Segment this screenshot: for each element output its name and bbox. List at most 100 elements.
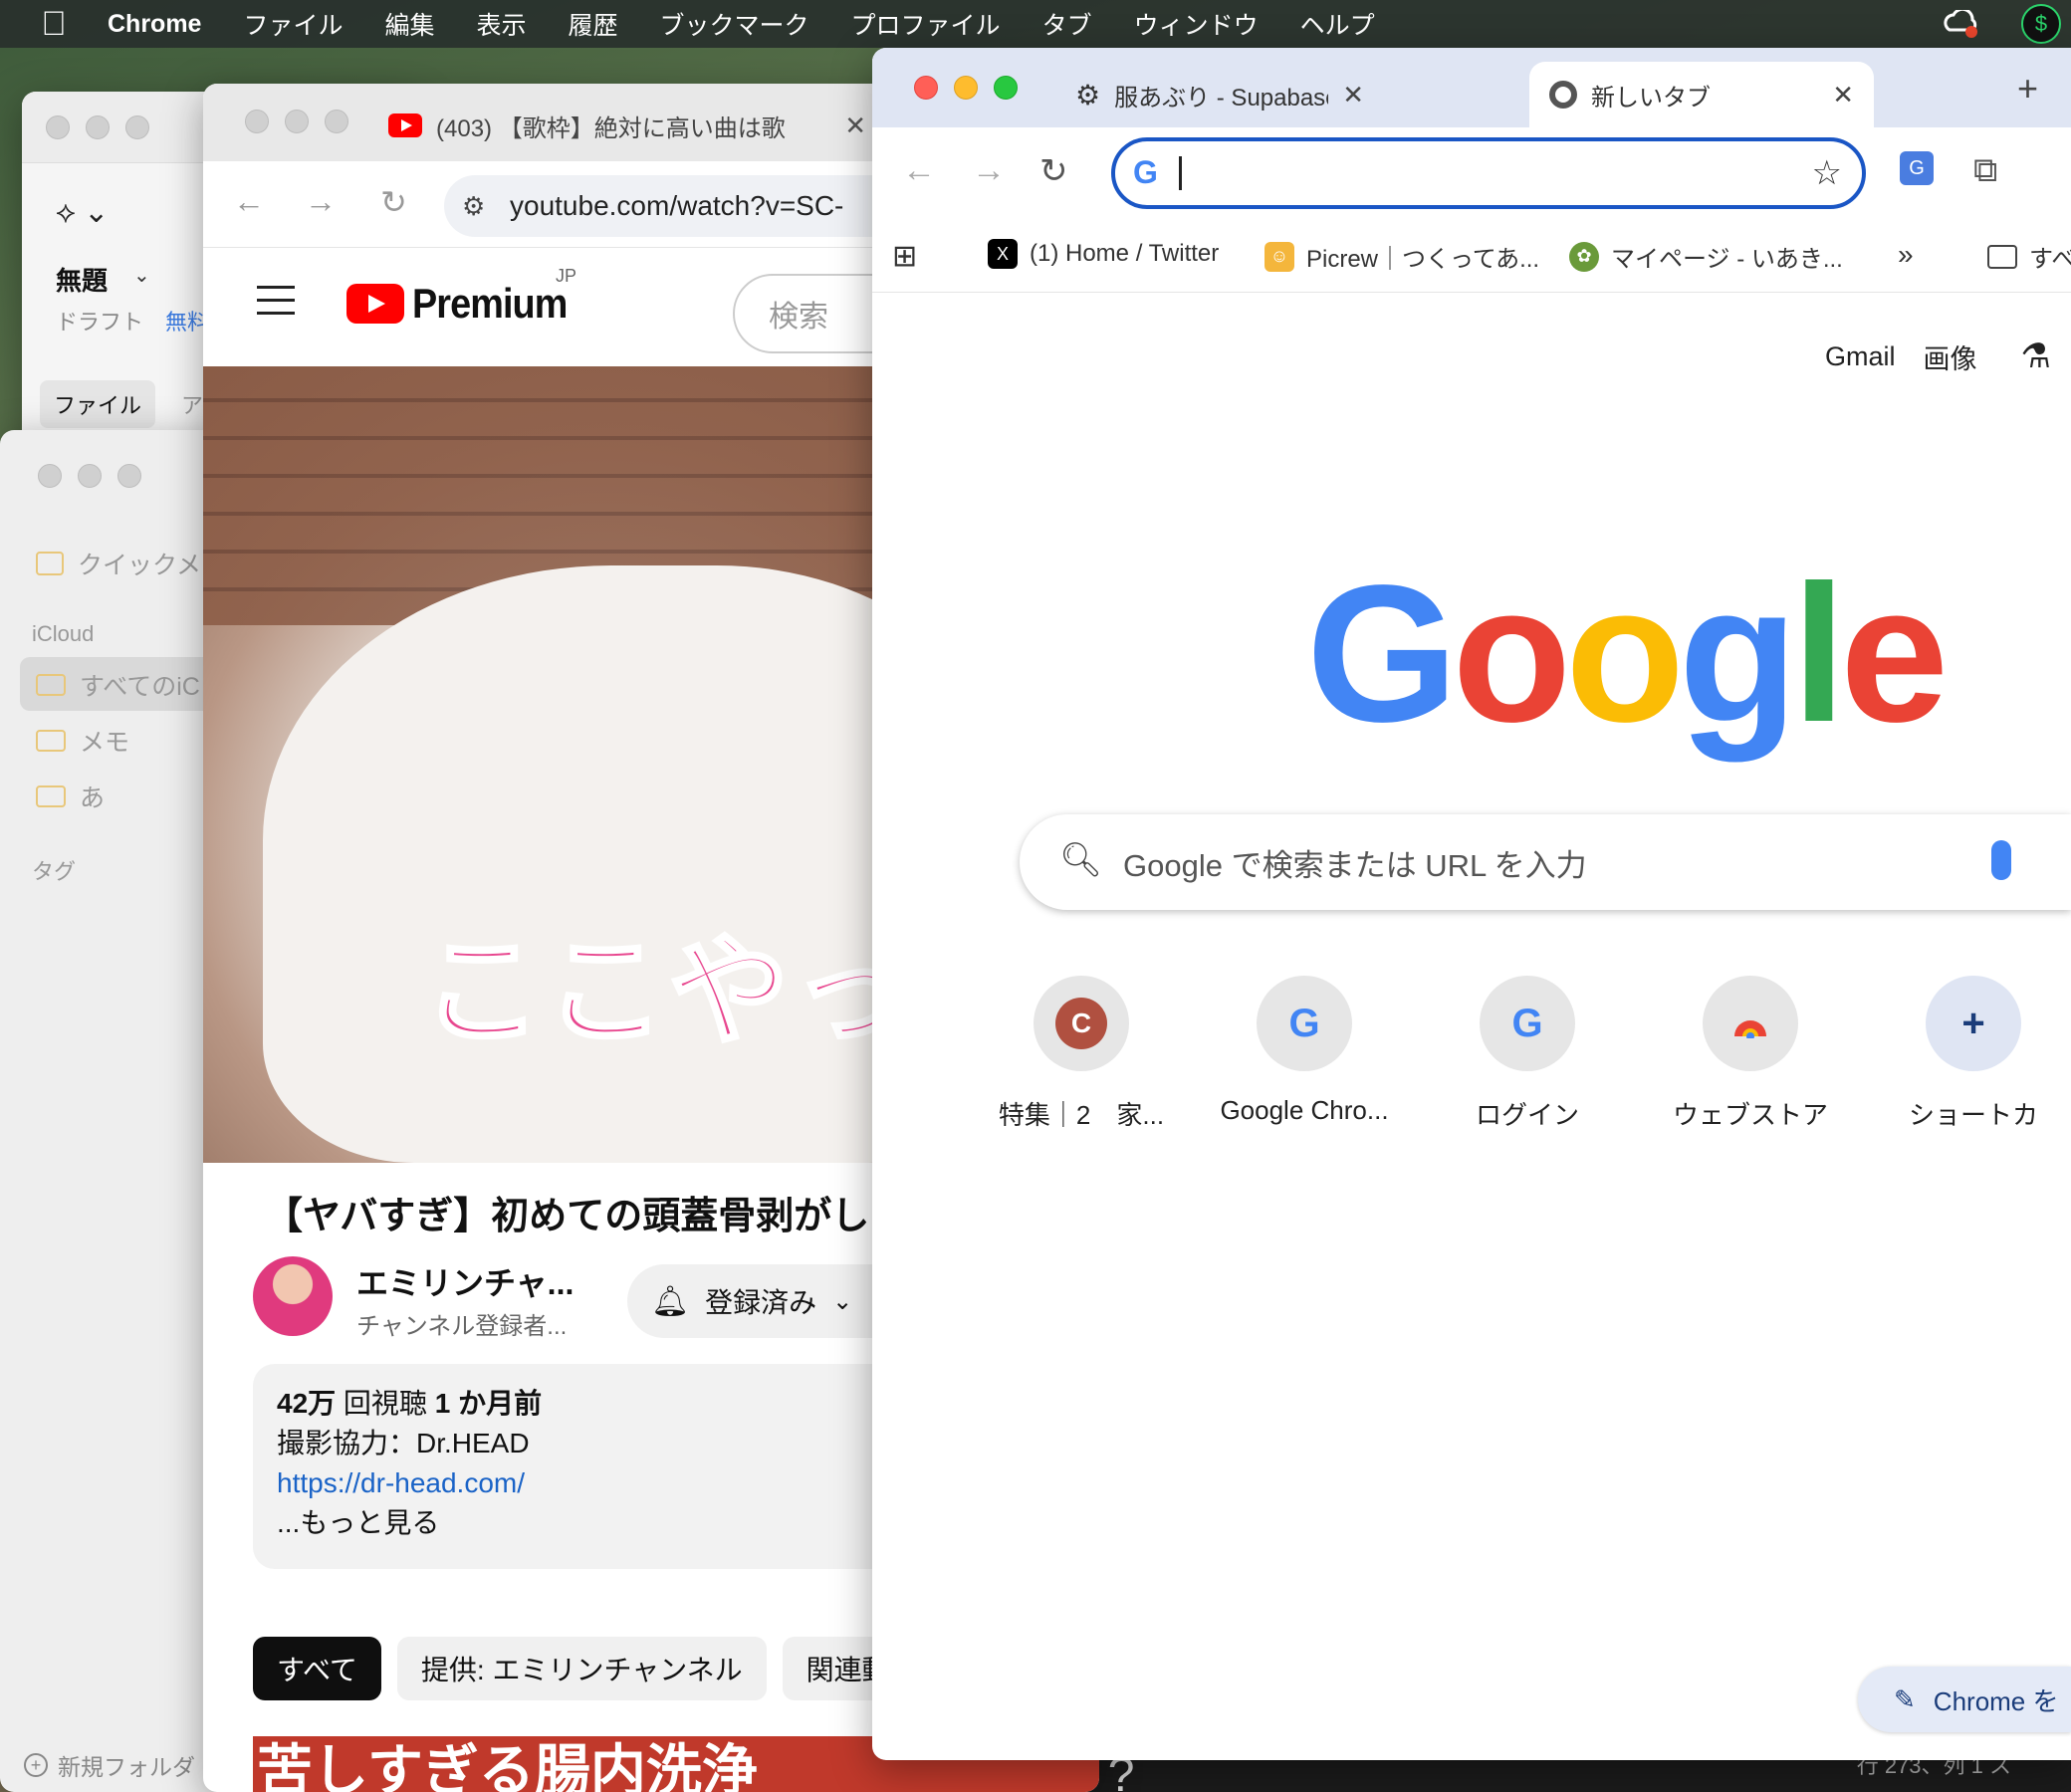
hamburger-menu-icon[interactable] — [257, 286, 295, 325]
menu-edit[interactable]: 編集 — [384, 6, 434, 42]
notes-quick-memo[interactable]: クイックメ — [36, 546, 201, 581]
back-arrow-icon[interactable]: ← — [902, 151, 936, 190]
chip-all[interactable]: すべて — [253, 1637, 381, 1700]
menu-window[interactable]: ウィンドウ — [1134, 6, 1259, 42]
labs-flask-icon[interactable]: ⚗ — [2021, 336, 2051, 376]
new-tab-plus-icon[interactable]: + — [2017, 68, 2038, 110]
add-shortcut-tile[interactable]: + ショートカ — [1874, 976, 2071, 1132]
figma-title-chevron-icon[interactable]: ⌄ — [133, 263, 150, 288]
bookmarks-overflow-icon[interactable]: » — [1898, 239, 1914, 271]
gmail-link[interactable]: Gmail — [1825, 341, 1896, 372]
figma-logo-icon[interactable]: ⟡ ⌄ — [56, 195, 109, 230]
shortcut-tile[interactable]: G Google Chro... — [1205, 976, 1404, 1126]
site-settings-icon[interactable]: ⚙ — [462, 191, 485, 222]
google-g-icon: G — [1480, 976, 1575, 1071]
video-caption-text: ここやっ — [420, 923, 916, 1060]
pencil-icon: ✎ — [1894, 1683, 1916, 1714]
figma-file-title[interactable]: 無題 — [56, 261, 108, 298]
chrome-tab-chatgpt[interactable]: ⚙︎ 服あぶり - Supabase RLS エラ ✕ — [1055, 62, 1384, 127]
figma-file-tab[interactable]: ファイル — [40, 380, 156, 428]
chrome-window-controls[interactable] — [914, 76, 1018, 100]
menu-profile[interactable]: プロファイル — [851, 6, 1001, 42]
apple-menu-icon[interactable]:  — [0, 5, 108, 44]
close-window-icon[interactable] — [914, 76, 938, 100]
extensions-puzzle-icon[interactable]: ⧉ — [1973, 151, 1997, 190]
chrome-tab-new-tab[interactable]: 新しいタブ ✕ — [1529, 62, 1874, 127]
bell-icon: 🔔︎ — [651, 1284, 690, 1318]
folder-icon — [36, 674, 66, 696]
google-logo-letter: l — [1791, 545, 1847, 763]
forward-arrow-icon[interactable]: → — [972, 151, 1006, 190]
notes-new-folder-button[interactable]: + 新規フォルダ — [24, 1748, 195, 1782]
notes-new-folder-label: 新規フォルダ — [58, 1754, 195, 1780]
youtube-region-label: JP — [556, 266, 577, 286]
reload-icon[interactable]: ↻ — [380, 183, 407, 221]
shortcut-icon-c: C — [1034, 976, 1129, 1071]
close-tab-icon[interactable]: ✕ — [1342, 80, 1364, 111]
channel-name[interactable]: エミリンチャ... — [356, 1258, 574, 1304]
google-logo: Google — [1306, 542, 1949, 766]
creative-cloud-icon[interactable] — [1942, 4, 1981, 44]
bookmark-mypage[interactable]: ✿ マイページ - いあき... — [1569, 239, 1843, 274]
shortcut-label: ログイン — [1475, 1100, 1579, 1130]
menu-file[interactable]: ファイル — [243, 6, 343, 42]
plus-icon: + — [1926, 976, 2021, 1071]
money-app-icon[interactable]: $ — [2021, 4, 2061, 44]
customize-chrome-button[interactable]: ✎ Chrome を — [1858, 1667, 2071, 1732]
video-title: 【ヤバすぎ】初めての頭蓋骨剥がし — [265, 1196, 870, 1237]
notes-folder-memo[interactable]: メモ — [36, 723, 129, 759]
notes-folder-all[interactable]: すべてのiC — [36, 667, 200, 703]
youtube-premium-logo[interactable]: Premium — [346, 280, 584, 328]
shortcut-label: ショートカ — [1908, 1100, 2038, 1130]
menu-view[interactable]: 表示 — [477, 6, 527, 42]
figma-window-controls[interactable] — [46, 115, 149, 139]
menu-tab[interactable]: タブ — [1042, 6, 1092, 42]
minimize-window-icon[interactable] — [954, 76, 978, 100]
chrome-tab-title-0: 服あぶり - Supabase RLS エラ — [1114, 84, 1329, 112]
google-g-icon: G — [1257, 976, 1352, 1071]
chrome-tab-title-1: 新しいタブ — [1591, 84, 1711, 112]
quick-note-icon — [36, 552, 64, 575]
bookmark-picrew[interactable]: ☺ Picrew｜つくってあ... — [1265, 239, 1539, 274]
translate-extension-icon[interactable]: G — [1900, 151, 1934, 185]
images-link[interactable]: 画像 — [1924, 337, 1977, 376]
zoom-window-icon[interactable] — [994, 76, 1018, 100]
bookmark-all-folder[interactable]: すべ — [1987, 239, 2071, 274]
menu-history[interactable]: 履歴 — [569, 6, 618, 42]
turtle-icon: ✿ — [1569, 241, 1599, 272]
customize-chrome-label: Chrome を — [1933, 1685, 2059, 1716]
close-tab-icon[interactable]: ✕ — [844, 111, 866, 141]
google-top-links: Gmail 画像 ⚗ — [1825, 336, 2051, 376]
google-logo-letter: o — [1452, 545, 1571, 763]
channel-avatar[interactable] — [253, 1256, 333, 1336]
bookmark-twitter[interactable]: X (1) Home / Twitter — [988, 239, 1219, 269]
microphone-icon[interactable] — [1991, 840, 2011, 880]
reload-icon[interactable]: ↻ — [1039, 151, 1068, 191]
close-tab-icon[interactable]: ✕ — [1832, 80, 1854, 111]
shortcut-tile[interactable]: C 特集｜2 家... — [982, 976, 1181, 1132]
menu-app-name[interactable]: Chrome — [108, 10, 201, 39]
back-arrow-icon[interactable]: ← — [233, 183, 265, 220]
youtube-window-controls[interactable] — [245, 110, 348, 133]
x-twitter-icon: X — [988, 239, 1018, 269]
forward-arrow-icon[interactable]: → — [305, 183, 337, 220]
chrome-address-bar[interactable]: G ☆ — [1111, 137, 1866, 209]
picrew-icon: ☺ — [1265, 241, 1294, 272]
menu-help[interactable]: ヘルプ — [1300, 6, 1375, 42]
bookmark-star-icon[interactable]: ☆ — [1812, 153, 1842, 193]
text-caret — [1179, 156, 1182, 190]
shortcut-tile[interactable]: G ログイン — [1428, 976, 1627, 1132]
notes-window-controls[interactable] — [38, 464, 141, 488]
youtube-favicon-icon — [388, 113, 422, 137]
next-video-thumb-text: 苦しすぎる腸内洗浄 — [257, 1739, 758, 1792]
chip-channel[interactable]: 提供: エミリンチャンネル — [396, 1637, 767, 1700]
menu-bookmarks[interactable]: ブックマーク — [660, 6, 809, 42]
google-search-box[interactable]: 🔍︎ Google で検索または URL を入力 — [1020, 814, 2071, 910]
bookmark-mypage-label: マイページ - いあき... — [1611, 246, 1843, 273]
apps-grid-icon[interactable]: ⊞ — [892, 239, 917, 274]
shortcut-tile[interactable]: ウェブストア — [1651, 976, 1850, 1132]
figma-other-tab[interactable]: ア — [181, 388, 203, 420]
youtube-tab[interactable]: (403) 【歌枠】絶対に高い曲は歌 ✕ — [388, 90, 866, 161]
google-logo-letter: e — [1840, 545, 1949, 763]
notes-folder-a[interactable]: あ — [36, 779, 105, 814]
